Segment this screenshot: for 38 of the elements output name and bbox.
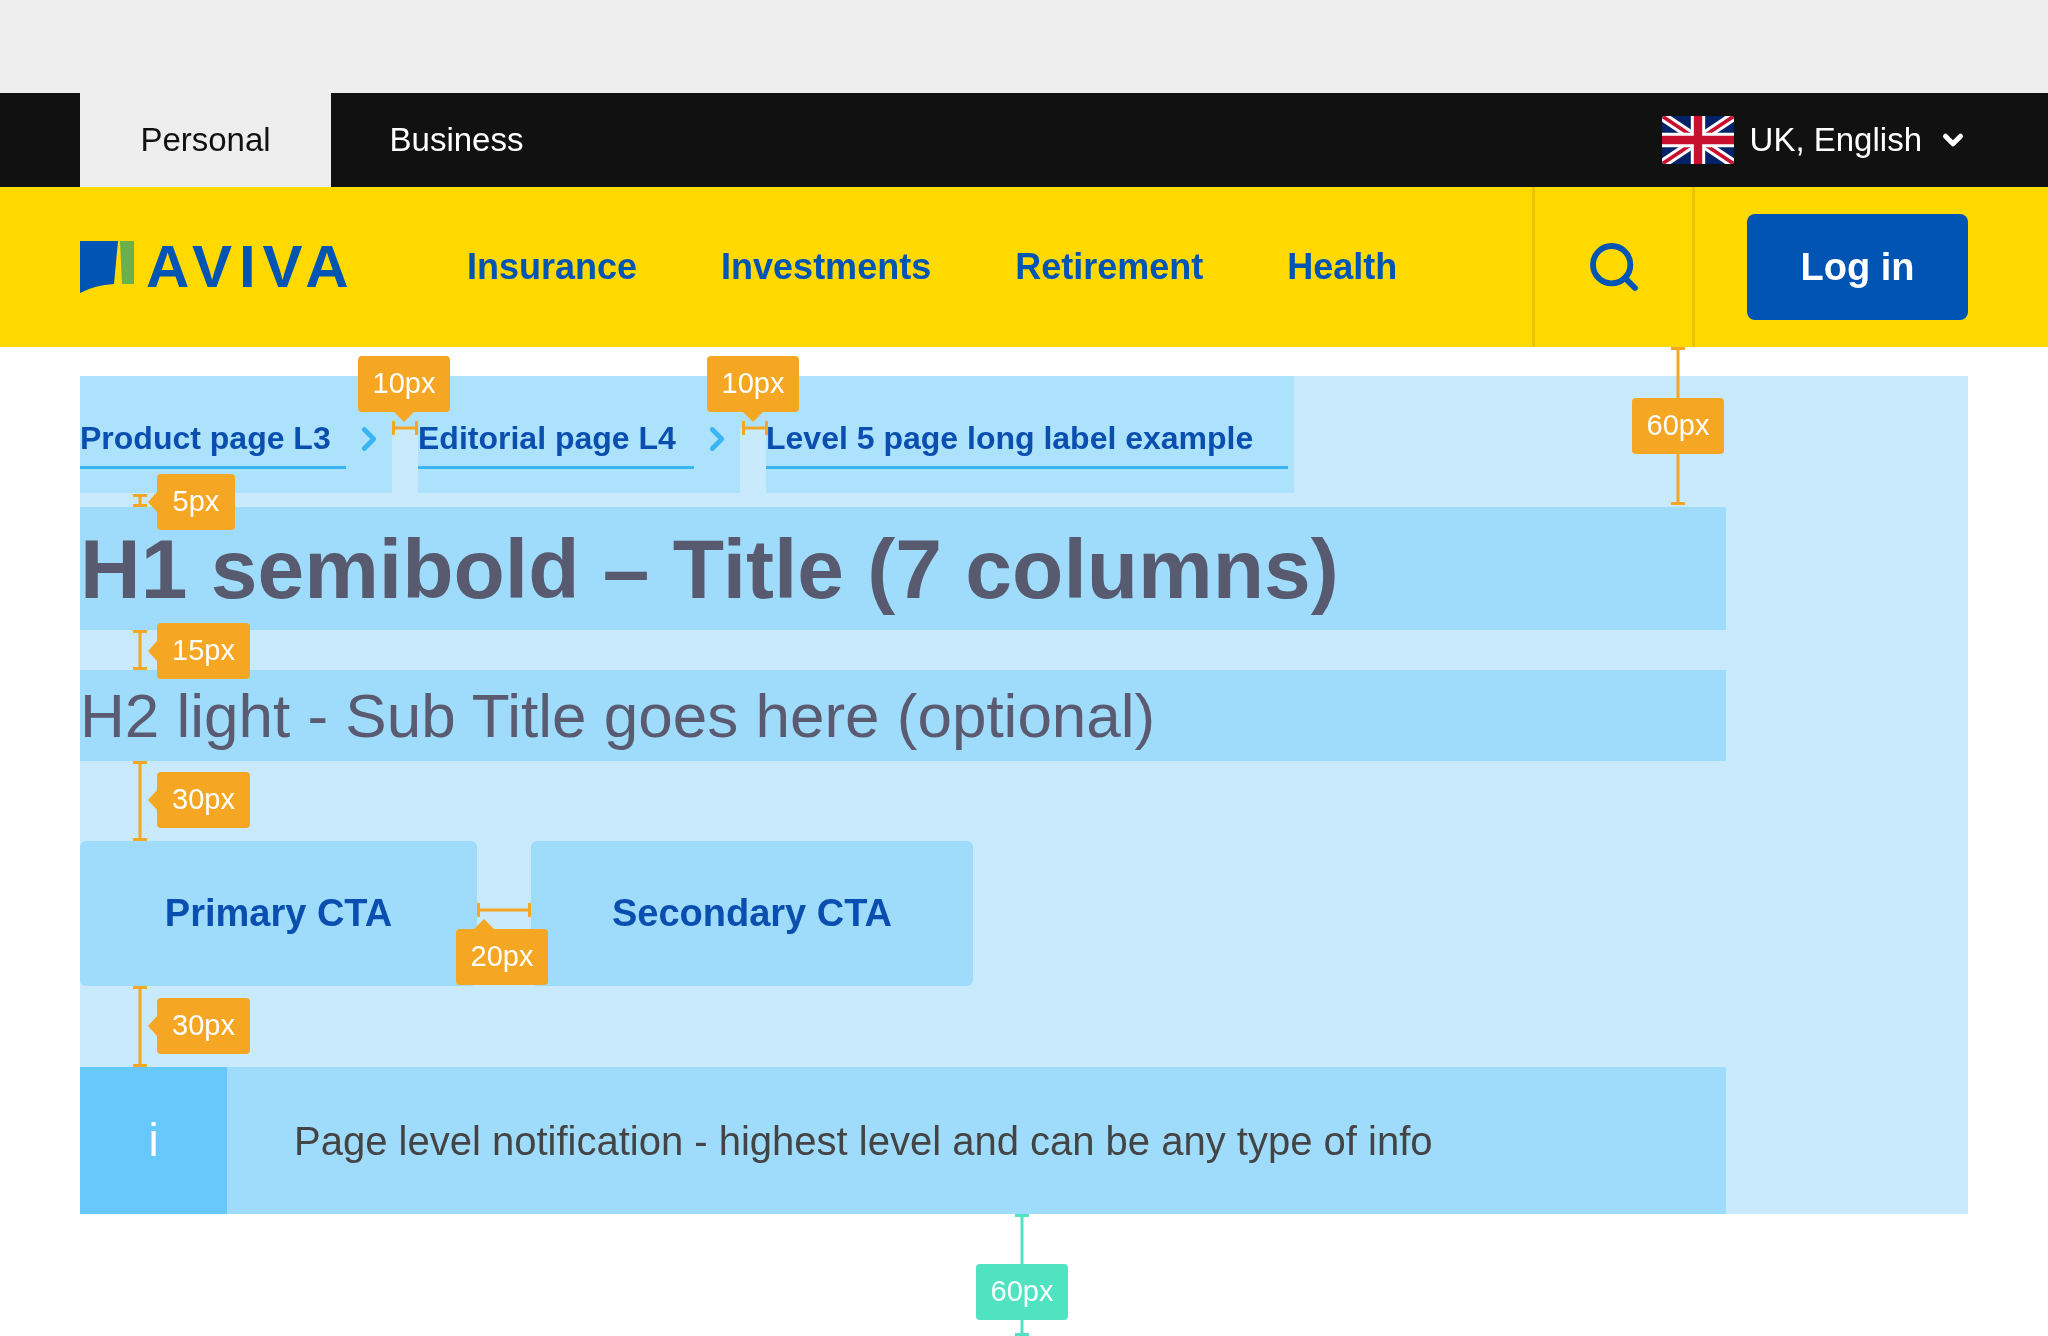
brand-logo[interactable]: AVIVA (80, 237, 380, 297)
breadcrumb-link[interactable]: Editorial page L4 (418, 414, 694, 469)
breadcrumb-link[interactable]: Product page L3 (80, 414, 346, 469)
dimension-marker (742, 421, 768, 435)
union-flag-icon (1661, 116, 1734, 164)
spacing-guide (740, 428, 766, 493)
spacing-badge: 15px (157, 623, 250, 679)
nav-link[interactable]: Investments (721, 240, 932, 294)
nav-link[interactable]: Insurance (467, 240, 638, 294)
logo-mark-icon (80, 241, 134, 293)
badge-pointer-icon (148, 790, 157, 810)
breadcrumb-link[interactable]: Level 5 page long label example (766, 414, 1288, 469)
notification-text: Page level notification - highest level and can be any type of info (294, 1117, 1433, 1165)
spacing-guide (392, 428, 418, 493)
badge-pointer-icon (148, 641, 157, 661)
spacing-badge: 60px (1632, 398, 1724, 454)
spacing-badge: 60px (976, 1264, 1068, 1320)
dimension-marker (477, 903, 531, 917)
badge-pointer-icon (148, 492, 157, 512)
dimension-marker (392, 421, 418, 435)
spacing-badge: 5px (157, 474, 235, 530)
dimension-marker (133, 630, 147, 670)
badge-pointer-icon (474, 919, 494, 929)
spacing-badge: 30px (157, 772, 250, 828)
info-icon: i (80, 1067, 227, 1214)
badge-pointer-icon (148, 1016, 157, 1036)
spacing-badge: 10px (707, 356, 799, 412)
spacing-badge: 20px (456, 929, 548, 985)
spacing-badge: 10px (358, 356, 450, 412)
nav-link[interactable]: Retirement (1015, 240, 1204, 294)
login-button[interactable]: Log in (1747, 214, 1968, 320)
dimension-marker (133, 494, 147, 507)
badge-pointer-icon (743, 412, 763, 422)
locale-selector[interactable]: UK, English (1661, 93, 1968, 187)
nav-link[interactable]: Health (1287, 240, 1398, 294)
badge-pointer-icon (394, 412, 414, 422)
segment-tab[interactable]: Personal (80, 93, 331, 187)
spacing-badge: 30px (157, 998, 250, 1054)
